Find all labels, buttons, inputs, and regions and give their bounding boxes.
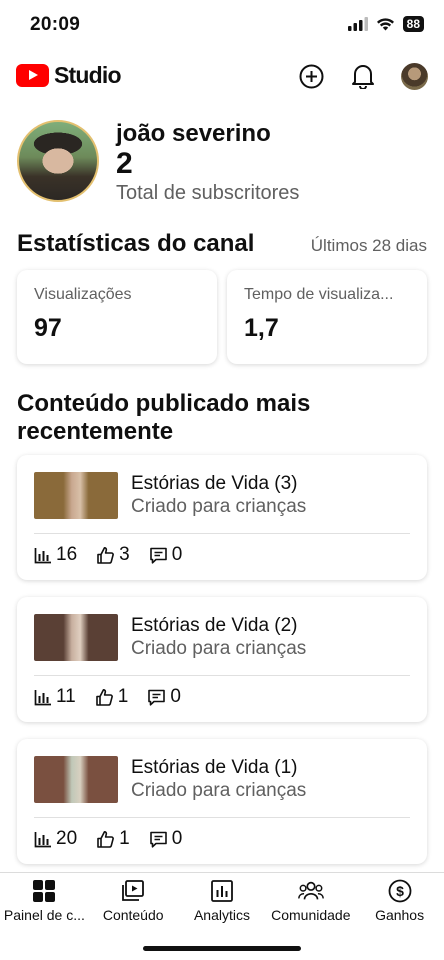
video-card[interactable]: Estórias de Vida (3) Criado para criança… — [17, 455, 427, 580]
subscriber-label: Total de subscritores — [116, 182, 300, 204]
channel-avatar[interactable] — [17, 120, 99, 202]
channel-info: joão severino 2 Total de subscritores — [116, 120, 299, 206]
nav-label: Conteúdo — [102, 907, 164, 923]
views-count: 16 — [56, 544, 78, 565]
nav-item-dashboard[interactable]: Painel de c... — [0, 873, 89, 930]
nav-label: Comunidade — [271, 907, 351, 923]
nav-label: Ganhos — [375, 907, 425, 923]
header-actions — [297, 62, 428, 90]
video-stats: 20 1 0 — [34, 828, 201, 850]
svg-text:$: $ — [396, 883, 404, 899]
recent-content-title: Conteúdo publicado mais recentemente — [17, 390, 311, 445]
views-value: 97 — [34, 314, 62, 342]
video-card[interactable]: Estórias de Vida (1) Criado para criança… — [17, 739, 427, 864]
comment-icon — [149, 831, 167, 848]
signal-icon — [347, 17, 368, 31]
comments-count: 0 — [170, 686, 181, 707]
likes-count: 3 — [119, 544, 130, 565]
status-icons: 88 — [347, 16, 424, 32]
views-stat: 11 — [34, 686, 76, 708]
video-stats: 11 1 0 — [34, 686, 200, 708]
bar-chart-icon — [34, 548, 51, 564]
nav-label: Analytics — [193, 907, 250, 923]
nav-item-content[interactable]: Conteúdo — [89, 873, 178, 930]
watch-time-value: 1,7 — [244, 314, 279, 342]
earn-icon: $ — [387, 878, 413, 904]
channel-stats-header: Estatísticas do canal Últimos 28 dias — [17, 230, 427, 258]
nav-item-community[interactable]: Comunidade — [266, 873, 355, 930]
watch-time-label: Tempo de visualiza... — [244, 286, 394, 303]
home-indicator[interactable] — [143, 946, 301, 951]
stat-cards: Visualizações 97 Tempo de visualiza... 1… — [17, 270, 427, 364]
home-indicator-area — [0, 930, 444, 960]
watch-time-card[interactable]: Tempo de visualiza... 1,7 — [227, 270, 427, 364]
comments-stat: 0 — [149, 544, 183, 566]
video-thumbnail[interactable] — [34, 756, 118, 803]
stats-period: Últimos 28 dias — [310, 236, 427, 255]
dashboard-content: joão severino 2 Total de subscritores Es… — [0, 100, 444, 872]
likes-count: 1 — [117, 686, 129, 707]
bottom-nav: Painel de c... Conteúdo Analytics Comuni… — [0, 872, 444, 930]
thumbs-up-icon — [97, 546, 115, 564]
nav-item-earn[interactable]: $ Ganhos — [355, 873, 444, 930]
views-card[interactable]: Visualizações 97 — [17, 270, 217, 364]
likes-stat: 1 — [95, 686, 129, 708]
likes-count: 1 — [119, 828, 130, 849]
video-audience-label: Criado para crianças — [131, 496, 307, 517]
channel-stats-title: Estatísticas do canal — [17, 230, 255, 257]
thumbs-up-icon — [95, 688, 113, 706]
views-stat: 20 — [34, 828, 77, 850]
studio-logo[interactable]: Studio — [16, 62, 122, 89]
video-title: Estórias de Vida (3) — [131, 473, 298, 494]
divider — [34, 675, 410, 676]
community-icon — [297, 878, 324, 904]
comment-icon — [149, 547, 167, 564]
video-thumbnail[interactable] — [34, 614, 118, 661]
video-card[interactable]: Estórias de Vida (2) Criado para criança… — [17, 597, 427, 722]
nav-label: Painel de c... — [3, 907, 85, 923]
channel-name: joão severino — [116, 120, 271, 147]
views-count: 20 — [56, 828, 78, 849]
battery-indicator: 88 — [402, 16, 424, 32]
thumbs-up-icon — [97, 830, 115, 848]
app-header: Studio — [0, 52, 444, 100]
comment-icon — [148, 689, 166, 706]
bell-icon — [352, 65, 374, 89]
dashboard-icon — [31, 878, 57, 904]
bar-chart-icon — [34, 690, 51, 706]
comments-count: 0 — [171, 828, 183, 849]
analytics-icon — [209, 878, 235, 904]
video-audience-label: Criado para crianças — [131, 780, 307, 801]
likes-stat: 3 — [96, 544, 130, 566]
comments-count: 0 — [171, 544, 183, 565]
video-thumbnail[interactable] — [34, 472, 118, 519]
views-stat: 16 — [34, 544, 77, 566]
views-label: Visualizações — [34, 286, 132, 303]
channel-summary: joão severino 2 Total de subscritores — [17, 120, 299, 206]
views-count: 11 — [56, 686, 76, 707]
video-stats: 16 3 0 — [34, 544, 201, 566]
video-audience-label: Criado para crianças — [131, 638, 307, 659]
create-button[interactable] — [297, 62, 325, 90]
status-time: 20:09 — [30, 14, 81, 35]
account-avatar[interactable] — [401, 62, 428, 90]
youtube-logo-icon — [16, 64, 49, 87]
divider — [34, 533, 410, 534]
video-title: Estórias de Vida (2) — [131, 615, 298, 636]
divider — [34, 817, 410, 818]
add-circle-icon — [299, 64, 323, 88]
nav-item-analytics[interactable]: Analytics — [178, 873, 267, 930]
notifications-button[interactable] — [349, 62, 377, 90]
logo-text: Studio — [54, 62, 122, 88]
status-bar: 20:09 88 — [0, 0, 444, 52]
wifi-icon — [376, 18, 394, 31]
comments-stat: 0 — [147, 686, 181, 708]
comments-stat: 0 — [149, 828, 183, 850]
content-icon — [120, 878, 146, 904]
bar-chart-icon — [34, 832, 51, 848]
likes-stat: 1 — [96, 828, 130, 850]
subscriber-count: 2 — [116, 147, 133, 180]
video-title: Estórias de Vida (1) — [131, 757, 298, 778]
